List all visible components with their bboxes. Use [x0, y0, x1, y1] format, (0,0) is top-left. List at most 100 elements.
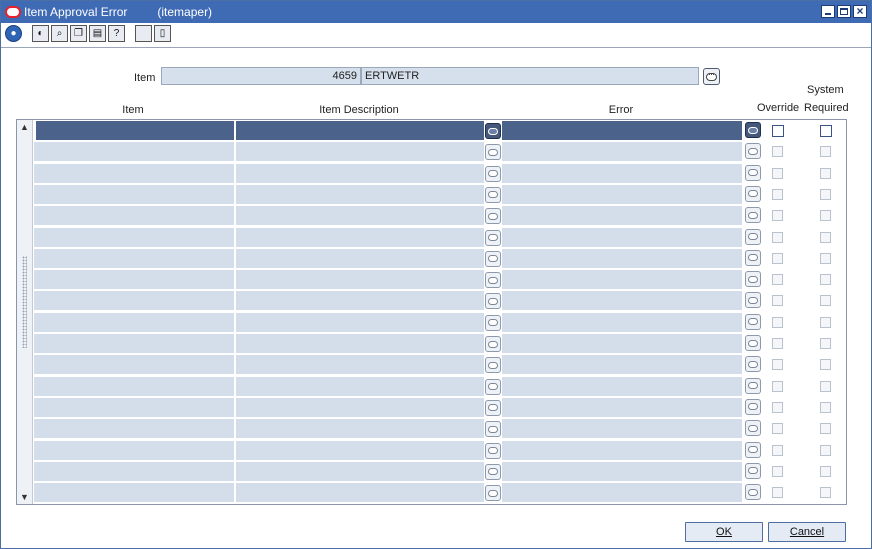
action-icon[interactable]: ◐: [32, 24, 49, 42]
item-cell[interactable]: [34, 121, 234, 141]
item-description-cell[interactable]: [236, 397, 484, 418]
table-row[interactable]: [34, 206, 846, 227]
error-comment-button[interactable]: [745, 462, 761, 479]
item-cell[interactable]: [34, 142, 234, 163]
system-required-checkbox[interactable]: [820, 401, 831, 413]
system-required-checkbox[interactable]: [820, 231, 831, 243]
item-description-cell[interactable]: [236, 248, 484, 269]
item-cell[interactable]: [34, 227, 234, 248]
description-comment-button[interactable]: [485, 123, 501, 139]
table-row[interactable]: [34, 461, 846, 482]
item-cell[interactable]: [34, 312, 234, 333]
minimize-icon[interactable]: [821, 5, 835, 18]
table-row[interactable]: [34, 227, 846, 248]
item-description-cell[interactable]: [236, 163, 484, 184]
system-required-checkbox[interactable]: [820, 295, 831, 307]
document-icon[interactable]: ▯: [154, 24, 171, 42]
system-required-checkbox[interactable]: [820, 444, 831, 456]
error-cell[interactable]: [502, 142, 742, 163]
error-cell[interactable]: [502, 291, 742, 312]
description-comment-button[interactable]: [485, 272, 501, 289]
item-description-field[interactable]: ERTWETR: [361, 67, 699, 85]
override-checkbox[interactable]: [772, 167, 783, 179]
print-icon[interactable]: ▤: [89, 24, 106, 42]
description-comment-button[interactable]: [485, 165, 501, 182]
error-cell[interactable]: [502, 227, 742, 248]
item-description-cell[interactable]: [236, 334, 484, 354]
description-comment-button[interactable]: [485, 208, 501, 225]
error-cell[interactable]: [502, 440, 742, 461]
item-cell[interactable]: [34, 461, 234, 482]
globe-icon[interactable]: ●: [5, 24, 22, 42]
error-comment-button[interactable]: [745, 143, 761, 160]
error-cell[interactable]: [502, 184, 742, 205]
override-checkbox[interactable]: [772, 252, 783, 264]
table-row[interactable]: [34, 142, 846, 163]
description-comment-button[interactable]: [485, 293, 501, 310]
error-comment-button[interactable]: [745, 313, 761, 330]
table-row[interactable]: [34, 376, 846, 397]
description-comment-button[interactable]: [485, 485, 501, 502]
item-description-cell[interactable]: [236, 376, 484, 397]
description-comment-button[interactable]: [485, 421, 501, 438]
item-description-cell[interactable]: [236, 461, 484, 482]
error-cell[interactable]: [502, 334, 742, 354]
table-row[interactable]: [34, 163, 846, 184]
description-comment-button[interactable]: [485, 229, 501, 246]
item-description-cell[interactable]: [236, 184, 484, 205]
system-required-checkbox[interactable]: [820, 252, 831, 264]
item-cell[interactable]: [34, 291, 234, 312]
item-description-cell[interactable]: [236, 440, 484, 461]
table-row[interactable]: [34, 184, 846, 205]
find-icon[interactable]: ⌕: [51, 24, 68, 42]
error-cell[interactable]: [502, 206, 742, 227]
grid-scrollbar[interactable]: ▲ ▼: [17, 120, 33, 504]
table-row[interactable]: [34, 248, 846, 269]
item-description-cell[interactable]: [236, 206, 484, 227]
description-comment-button[interactable]: [485, 336, 501, 352]
override-checkbox[interactable]: [772, 380, 783, 392]
title-bar[interactable]: Item Approval Error (itemaper) ×: [1, 1, 871, 23]
item-comment-button[interactable]: [703, 68, 720, 85]
error-cell[interactable]: [502, 163, 742, 184]
error-comment-button[interactable]: [745, 420, 761, 437]
override-checkbox[interactable]: [772, 444, 783, 456]
item-cell[interactable]: [34, 206, 234, 227]
override-checkbox[interactable]: [772, 487, 783, 499]
error-cell[interactable]: [502, 397, 742, 418]
system-required-checkbox[interactable]: [820, 188, 831, 200]
system-required-checkbox[interactable]: [820, 380, 831, 392]
item-description-cell[interactable]: [236, 483, 484, 504]
item-description-cell[interactable]: [236, 419, 484, 440]
error-comment-button[interactable]: [745, 249, 761, 266]
override-checkbox[interactable]: [772, 125, 784, 137]
item-description-cell[interactable]: [236, 121, 484, 141]
description-comment-button[interactable]: [485, 314, 501, 331]
table-row[interactable]: [34, 334, 846, 354]
help-icon[interactable]: ?: [108, 24, 125, 42]
error-comment-button[interactable]: [745, 484, 761, 501]
system-required-checkbox[interactable]: [820, 274, 831, 286]
error-comment-button[interactable]: [745, 398, 761, 415]
error-comment-button[interactable]: [745, 377, 761, 394]
error-cell[interactable]: [502, 355, 742, 376]
error-cell[interactable]: [502, 461, 742, 482]
table-row[interactable]: [34, 312, 846, 333]
item-description-cell[interactable]: [236, 291, 484, 312]
item-number-field[interactable]: 4659: [161, 67, 361, 85]
item-description-cell[interactable]: [236, 227, 484, 248]
description-comment-button[interactable]: [485, 250, 501, 267]
override-checkbox[interactable]: [772, 295, 783, 307]
table-row[interactable]: [34, 440, 846, 461]
error-cell[interactable]: [502, 121, 742, 141]
error-comment-button[interactable]: [745, 335, 761, 351]
scroll-grip[interactable]: [22, 256, 27, 348]
override-checkbox[interactable]: [772, 210, 783, 222]
item-description-cell[interactable]: [236, 142, 484, 163]
error-cell[interactable]: [502, 248, 742, 269]
item-cell[interactable]: [34, 355, 234, 376]
system-required-checkbox[interactable]: [820, 465, 831, 477]
item-cell[interactable]: [34, 483, 234, 504]
description-comment-button[interactable]: [485, 357, 501, 374]
error-comment-button[interactable]: [745, 441, 761, 458]
